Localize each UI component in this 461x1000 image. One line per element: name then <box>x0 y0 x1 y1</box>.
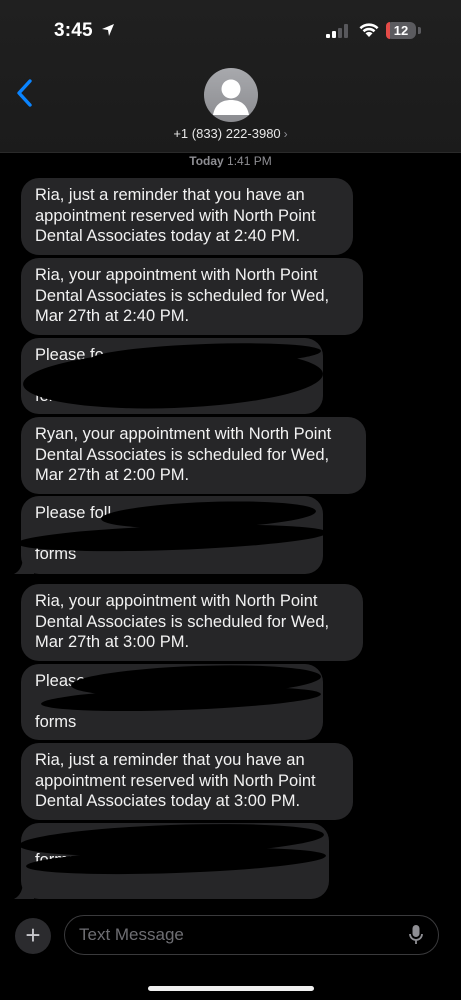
message-line: appointment reserved with North Point <box>35 206 316 225</box>
message-line: appointment reserved with North Point <box>35 771 316 790</box>
message-line: Mar 27th at 3:00 PM. <box>35 633 190 651</box>
contact-avatar-icon[interactable] <box>204 68 258 122</box>
timestamp-time: 1:41 PM <box>227 154 272 168</box>
microphone-icon[interactable] <box>408 924 424 946</box>
plus-icon[interactable]: + <box>15 918 51 954</box>
location-arrow-icon <box>102 24 114 36</box>
message-line: Dental Associates today at 3:00 PM. <box>35 792 301 810</box>
message-line: Ria, just a reminder that you have an <box>35 751 305 769</box>
message-bubble[interactable]: Ria, your appointment with North Point D… <box>21 258 363 335</box>
message-line: Ryan, your appointment with North Point <box>35 425 332 443</box>
message-line: Dental Associates today at 2:40 PM. <box>35 227 301 245</box>
bubble-tail <box>14 881 34 899</box>
message-bubble[interactable]: Please foll forms <box>14 496 328 574</box>
battery-percent: 12 <box>393 23 409 38</box>
back-chevron-icon[interactable] <box>14 78 36 108</box>
message-line: Dental Associates is scheduled for Wed, <box>35 612 330 631</box>
message-bubble[interactable]: Please forms <box>21 661 323 740</box>
message-line: Ria, your appointment with North Point <box>35 266 318 284</box>
message-line: Ria, your appointment with North Point <box>35 592 318 610</box>
message-bubble[interactable]: Ria, just a reminder that you have an ap… <box>21 743 353 820</box>
message-line: Mar 27th at 2:40 PM. <box>35 307 190 325</box>
message-line: Ria, just a reminder that you have an <box>35 186 305 204</box>
status-time: 3:45 <box>54 20 93 41</box>
message-input[interactable] <box>64 915 439 955</box>
status-bar: 3:45 12 <box>0 0 461 60</box>
message-line: Dental Associates is scheduled for Wed, <box>35 286 330 305</box>
contact-number[interactable]: +1 (833) 222-3980 <box>173 126 280 141</box>
message-line: Mar 27th at 2:00 PM. <box>35 466 190 484</box>
home-indicator[interactable] <box>148 986 314 991</box>
message-bubble[interactable]: Ryan, your appointment with North Point … <box>21 417 366 494</box>
battery-icon: 12 <box>386 22 416 39</box>
battery-tip <box>418 27 421 34</box>
message-bubble[interactable]: Please fo form <box>21 338 324 414</box>
message-bubble[interactable]: Ria, just a reminder that you have an ap… <box>21 178 353 255</box>
message-line: forms <box>35 712 77 731</box>
contact-chevron-icon: › <box>283 127 288 141</box>
message-timestamp: Today 1:41 PM <box>0 154 461 168</box>
wifi-icon <box>359 23 379 37</box>
timestamp-day: Today <box>189 154 224 168</box>
cellular-signal-icon <box>326 24 348 38</box>
contact-name[interactable]: +1 (833) 222-3980 › <box>0 126 461 141</box>
message-line: Dental Associates is scheduled for Wed, <box>35 445 330 464</box>
message-bubble[interactable]: forms <box>14 819 329 899</box>
message-bubble[interactable]: Ria, your appointment with North Point D… <box>21 584 363 661</box>
bubble-tail <box>14 556 34 574</box>
